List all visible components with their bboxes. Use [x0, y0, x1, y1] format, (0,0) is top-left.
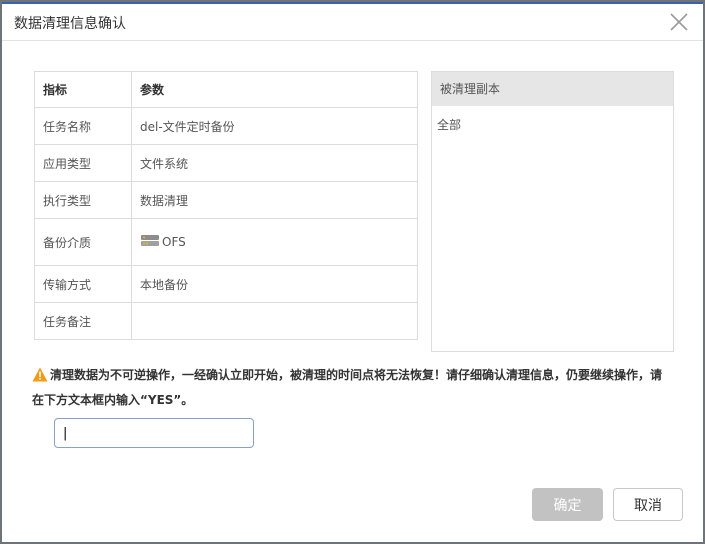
row-key: 执行类型	[34, 181, 132, 219]
row-value: 文件系统	[131, 144, 418, 182]
table-row: 任务名称 del-文件定时备份	[34, 107, 418, 145]
row-value: 本地备份	[131, 265, 418, 303]
warning-icon	[32, 367, 48, 389]
storage-icon	[140, 234, 160, 251]
task-info-table: 指标 参数 任务名称 del-文件定时备份 应用类型 文件系统 执行类型 数据清…	[34, 71, 418, 340]
row-value: del-文件定时备份	[131, 107, 418, 145]
row-key: 应用类型	[34, 144, 132, 182]
list-item: 全部	[437, 118, 462, 132]
row-key: 任务名称	[34, 107, 132, 145]
row-value: 数据清理	[131, 181, 418, 219]
media-label: OFS	[162, 234, 186, 249]
row-key: 任务备注	[34, 302, 132, 340]
table-row: 执行类型 数据清理	[34, 181, 418, 219]
table-row: 任务备注	[34, 302, 418, 340]
table-row: 应用类型 文件系统	[34, 144, 418, 182]
row-value: OFS	[131, 218, 418, 266]
row-key: 传输方式	[34, 265, 132, 303]
warning-message: 清理数据为不可逆操作，一经确认立即开始，被清理的时间点将无法恢复！请仔细确认清理…	[32, 364, 672, 411]
table-header-row: 指标 参数	[34, 71, 418, 108]
confirm-dialog: 数据清理信息确认 指标 参数 任务名称 del-文件定时备份 应用类型 文件系统…	[2, 2, 703, 542]
table-row: 传输方式 本地备份	[34, 265, 418, 303]
row-key: 备份介质	[34, 218, 132, 266]
replica-header: 被清理副本	[432, 72, 673, 106]
ok-button[interactable]: 确定	[532, 488, 603, 521]
close-icon[interactable]	[667, 10, 691, 34]
column-header-metric: 指标	[34, 71, 132, 108]
cancel-button[interactable]: 取消	[613, 488, 683, 521]
cleaned-replica-panel: 被清理副本 全部	[431, 71, 674, 352]
dialog-title: 数据清理信息确认	[14, 16, 126, 32]
confirm-yes-input[interactable]	[54, 418, 254, 448]
dialog-title-bar: 数据清理信息确认	[2, 4, 703, 41]
column-header-param: 参数	[131, 71, 418, 108]
table-row: 备份介质 OFS	[34, 218, 418, 266]
warning-text: 清理数据为不可逆操作，一经确认立即开始，被清理的时间点将无法恢复！请仔细确认清理…	[32, 368, 663, 407]
row-value	[131, 302, 418, 340]
